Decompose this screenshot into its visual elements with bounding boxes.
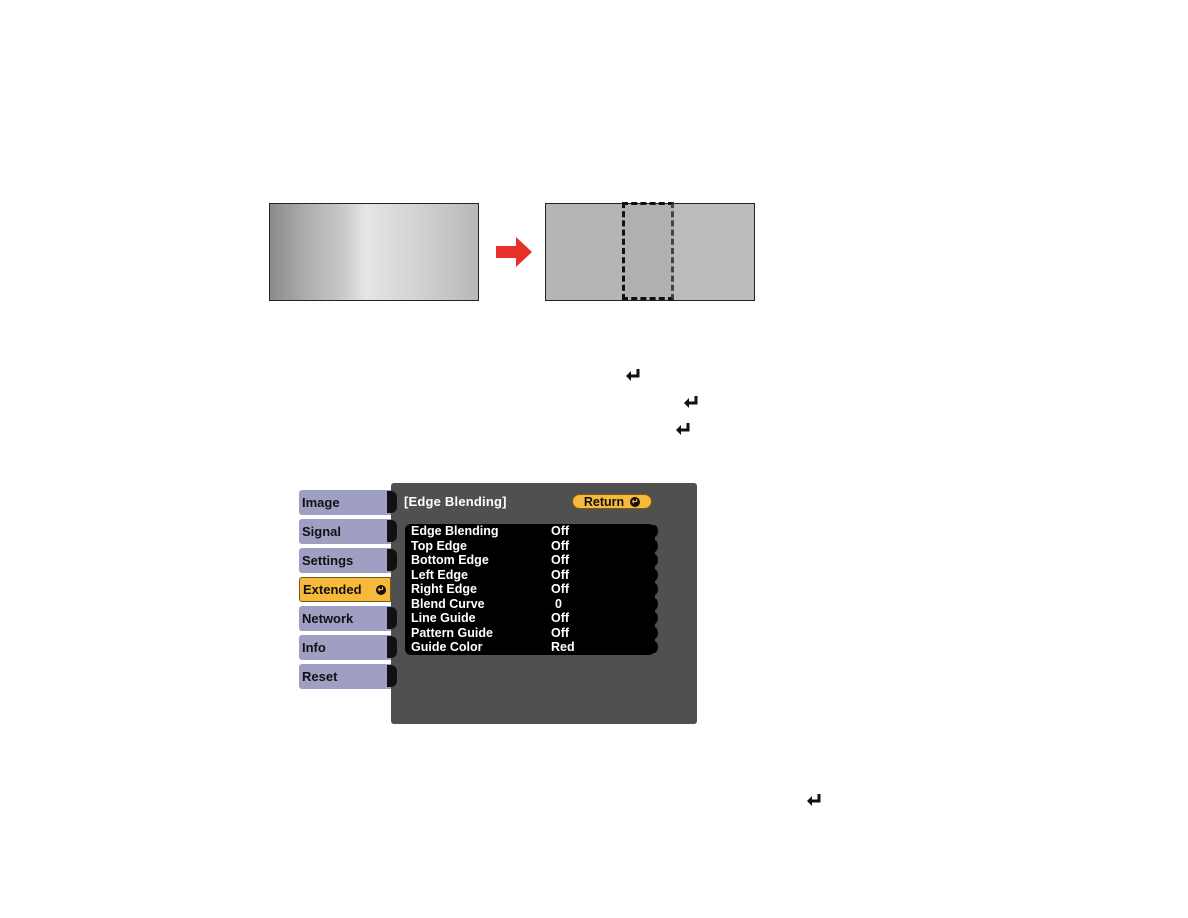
setting-row-guide-color[interactable]: Guide Color Red	[405, 640, 658, 655]
tab-extended[interactable]: Extended ↵	[299, 577, 391, 602]
setting-value: Off	[551, 611, 570, 625]
tab-divider	[387, 607, 397, 629]
menu-title: [Edge Blending]	[404, 494, 507, 509]
setting-row-left-edge[interactable]: Left Edge Off	[405, 567, 658, 583]
setting-value: Off	[551, 625, 570, 640]
tab-label: Info	[302, 640, 326, 655]
tab-info[interactable]: Info	[299, 635, 391, 660]
tab-label: Image	[302, 495, 340, 510]
tab-label: Settings	[302, 553, 354, 568]
tab-signal[interactable]: Signal	[299, 519, 391, 544]
tab-divider	[387, 520, 397, 542]
enter-icon	[684, 396, 698, 408]
setting-label: Right Edge	[411, 582, 477, 596]
setting-label: Pattern Guide	[411, 625, 493, 640]
setting-row-bottom-edge[interactable]: Bottom Edge Off	[405, 553, 658, 568]
blend-area-outline	[622, 202, 674, 300]
setting-row-pattern-guide[interactable]: Pattern Guide Off	[405, 625, 658, 641]
setting-row-right-edge[interactable]: Right Edge Off	[405, 582, 658, 597]
setting-value: Off	[551, 553, 570, 567]
tab-divider	[387, 549, 397, 571]
tab-divider	[387, 491, 397, 513]
after-blending-image	[545, 202, 755, 301]
tab-label: Signal	[302, 524, 342, 539]
tab-network[interactable]: Network	[299, 606, 391, 631]
tab-image[interactable]: Image	[299, 490, 391, 515]
tab-label: Reset	[302, 669, 338, 684]
setting-value: Off	[551, 538, 570, 553]
setting-row-top-edge[interactable]: Top Edge Off	[405, 538, 658, 554]
setting-row-blend-curve[interactable]: Blend Curve 0	[405, 596, 658, 612]
setting-row-edge-blending[interactable]: Edge Blending Off	[405, 524, 658, 539]
enter-icon: ↵	[376, 585, 386, 595]
setting-label: Left Edge	[411, 567, 468, 582]
settings-list: Edge Blending Off Top Edge Off Bottom Edge…	[405, 524, 658, 655]
setting-label: Guide Color	[411, 640, 483, 654]
setting-row-line-guide[interactable]: Line Guide Off	[405, 611, 658, 626]
arrow-right-icon	[496, 237, 532, 267]
setting-value: Off	[551, 582, 570, 596]
setting-label: Edge Blending	[411, 524, 499, 538]
setting-label: Blend Curve	[411, 596, 485, 611]
enter-icon	[807, 794, 821, 806]
setting-label: Line Guide	[411, 611, 476, 625]
setting-label: Top Edge	[411, 538, 468, 553]
enter-icon: ↵	[630, 496, 641, 507]
tab-label: Extended	[303, 582, 362, 597]
setting-value: Off	[551, 524, 570, 538]
return-button[interactable]: Return ↵	[572, 494, 652, 509]
tab-label: Network	[302, 611, 354, 626]
tab-reset[interactable]: Reset	[299, 664, 391, 689]
tab-divider	[387, 636, 397, 658]
tab-divider	[387, 665, 397, 687]
return-label: Return	[583, 494, 625, 509]
setting-value: Off	[551, 567, 570, 582]
before-blending-image	[269, 203, 479, 301]
enter-icon	[626, 369, 640, 381]
setting-label: Bottom Edge	[411, 553, 489, 567]
setting-value: 0	[555, 596, 562, 611]
tab-settings[interactable]: Settings	[299, 548, 391, 573]
enter-icon	[676, 423, 690, 435]
setting-value: Red	[551, 640, 575, 654]
